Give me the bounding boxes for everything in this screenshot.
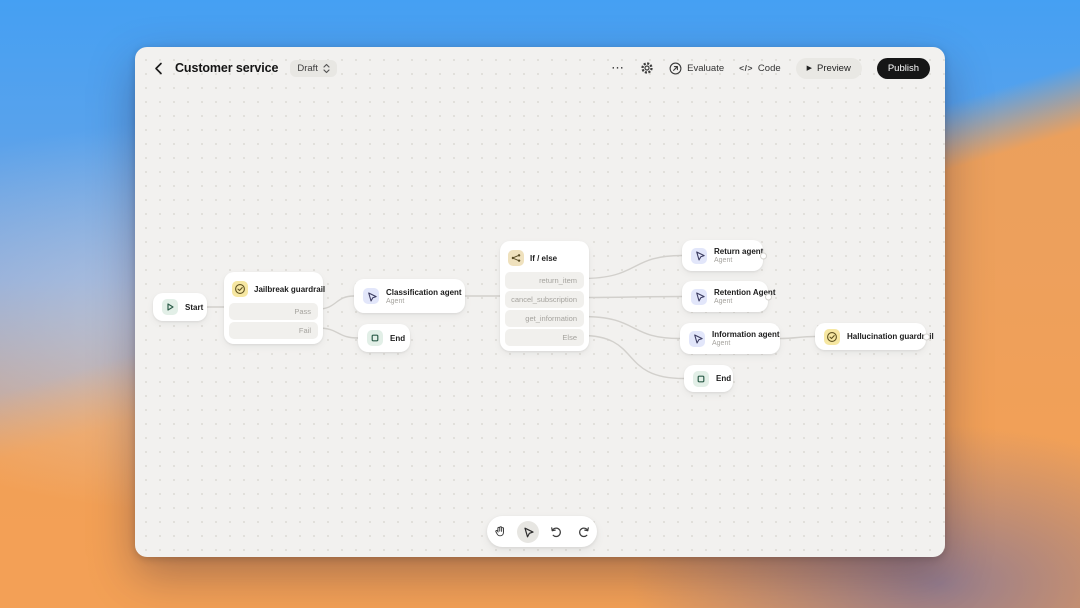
back-button[interactable] <box>150 60 166 76</box>
chevron-up-down-icon <box>323 63 330 74</box>
node-jailbreak-guardrail[interactable]: Jailbreak guardrail Pass Fail <box>224 272 323 344</box>
connection-getinfo-information <box>582 317 680 339</box>
redo-icon <box>577 525 591 539</box>
node-title: End <box>390 334 405 343</box>
hand-icon <box>493 524 508 539</box>
status-badge-draft[interactable]: Draft <box>290 60 337 77</box>
node-information-agent[interactable]: Information agent Agent <box>680 323 780 354</box>
node-subtitle: Agent <box>714 257 763 264</box>
agent-icon <box>691 248 707 264</box>
canvas-toolbar <box>487 516 597 547</box>
node-title: Classification agent <box>386 288 462 297</box>
evaluate-icon <box>669 62 682 75</box>
node-end-2[interactable]: End <box>684 365 733 392</box>
desktop-wallpaper: Customer service Draft ⋯ Evaluate </> Co… <box>0 0 1080 608</box>
node-title: End <box>716 374 731 383</box>
header: Customer service Draft ⋯ Evaluate </> Co… <box>135 47 945 89</box>
node-retention-agent[interactable]: Retention Agent Agent <box>682 281 768 312</box>
connection-else-end <box>582 336 684 379</box>
app-window: Customer service Draft ⋯ Evaluate </> Co… <box>135 47 945 557</box>
agent-icon <box>691 289 707 305</box>
output-else[interactable]: Else <box>505 329 584 346</box>
guardrail-icon <box>232 281 248 297</box>
connection-handle[interactable] <box>760 252 767 259</box>
settings-button[interactable] <box>640 61 654 75</box>
node-subtitle: Agent <box>712 340 780 347</box>
node-start[interactable]: Start <box>153 293 207 321</box>
evaluate-label: Evaluate <box>687 63 724 74</box>
connection-information-hallucination <box>780 337 815 339</box>
branch-icon <box>508 250 524 266</box>
connection-handle[interactable] <box>923 333 930 340</box>
pan-tool-button[interactable] <box>489 521 511 543</box>
cursor-icon <box>521 525 535 539</box>
output-fail[interactable]: Fail <box>229 322 318 339</box>
node-header: If / else <box>505 246 584 270</box>
node-return-agent[interactable]: Return agent Agent <box>682 240 763 271</box>
select-tool-button[interactable] <box>517 521 539 543</box>
gear-icon <box>640 61 654 75</box>
undo-button[interactable] <box>545 521 567 543</box>
preview-label: Preview <box>817 63 851 74</box>
preview-button[interactable]: ▶ Preview <box>796 58 862 79</box>
node-title: Return agent <box>714 247 763 256</box>
node-if-else[interactable]: If / else return_item cancel_subscriptio… <box>500 241 589 351</box>
page-title: Customer service <box>175 61 278 75</box>
play-icon <box>162 299 178 315</box>
code-icon: </> <box>739 63 753 73</box>
agent-icon <box>363 288 379 304</box>
node-classification-agent[interactable]: Classification agent Agent <box>354 279 465 313</box>
node-title: If / else <box>530 254 557 263</box>
output-return-item[interactable]: return_item <box>505 272 584 289</box>
header-actions: ⋯ Evaluate </> Code ▶ Preview Publish <box>611 58 930 79</box>
evaluate-button[interactable]: Evaluate <box>669 62 724 75</box>
guardrail-icon <box>824 329 840 345</box>
node-subtitle: Agent <box>386 298 462 305</box>
connection-handle[interactable] <box>765 293 772 300</box>
connection-pass-classification <box>318 296 354 309</box>
node-title: Information agent <box>712 330 780 339</box>
output-cancel-subscription[interactable]: cancel_subscription <box>505 291 584 308</box>
output-pass[interactable]: Pass <box>229 303 318 320</box>
node-title: Hallucination guardrail <box>847 332 934 341</box>
connection-fail-end <box>318 328 358 338</box>
stop-icon <box>693 371 709 387</box>
stop-icon <box>367 330 383 346</box>
undo-icon <box>549 525 563 539</box>
code-button[interactable]: </> Code <box>739 63 781 74</box>
node-title: Start <box>185 303 203 312</box>
chevron-left-icon <box>154 62 163 75</box>
output-get-information[interactable]: get_information <box>505 310 584 327</box>
node-end-1[interactable]: End <box>358 324 410 352</box>
redo-button[interactable] <box>573 521 595 543</box>
connection-cancel-retention <box>582 297 682 298</box>
publish-button[interactable]: Publish <box>877 58 930 79</box>
node-title: Jailbreak guardrail <box>254 285 325 294</box>
connection-returnitem-returnagent <box>582 256 682 279</box>
status-badge-label: Draft <box>297 63 318 74</box>
node-hallucination-guardrail[interactable]: Hallucination guardrail <box>815 323 926 350</box>
play-icon: ▶ <box>807 65 812 72</box>
code-label: Code <box>758 63 781 74</box>
node-header: Jailbreak guardrail <box>229 277 318 301</box>
agent-icon <box>689 331 705 347</box>
publish-label: Publish <box>888 63 919 74</box>
